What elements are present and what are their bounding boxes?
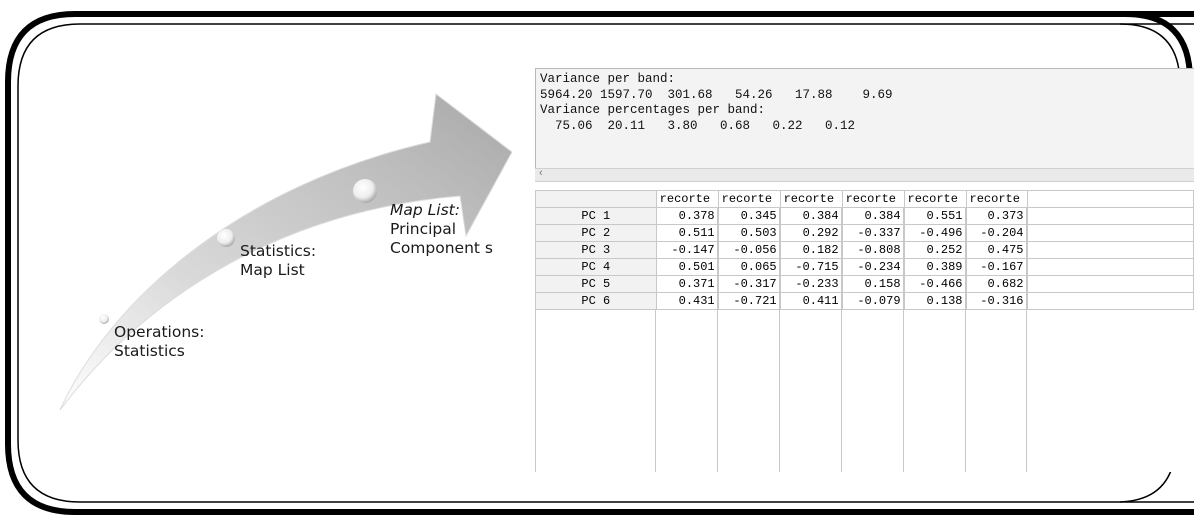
- output-line: 75.06 20.11 3.80 0.68 0.22 0.12: [540, 118, 856, 133]
- table-row: PC 2 0.511 0.503 0.292 -0.337 -0.496 -0.…: [535, 224, 1194, 242]
- table-cell[interactable]: 0.345: [718, 207, 781, 225]
- corner-cell: [535, 190, 657, 208]
- step-operations-statistics: Operations: Statistics: [114, 323, 204, 361]
- table-cell[interactable]: 0.065: [718, 258, 781, 276]
- table-cell[interactable]: 0.292: [780, 224, 843, 242]
- table-cell[interactable]: 0.475: [966, 241, 1028, 259]
- variance-output: Variance per band: 5964.20 1597.70 301.6…: [535, 68, 1194, 168]
- empty-cell: [1027, 207, 1194, 225]
- column-header[interactable]: recorte: [718, 190, 781, 208]
- table-cell[interactable]: 0.682: [966, 275, 1028, 293]
- step-title: Map List:: [390, 201, 460, 219]
- table-cell[interactable]: 0.138: [904, 292, 967, 310]
- table-cell[interactable]: -0.721: [718, 292, 781, 310]
- table-cell[interactable]: 0.411: [780, 292, 843, 310]
- table-cell[interactable]: -0.167: [966, 258, 1028, 276]
- step-bead-1: [99, 314, 109, 324]
- table-cell[interactable]: -0.715: [780, 258, 843, 276]
- table-cell[interactable]: -0.466: [904, 275, 967, 293]
- table-cell[interactable]: -0.233: [780, 275, 843, 293]
- table-cell[interactable]: -0.337: [842, 224, 905, 242]
- output-line: Variance percentages per band:: [540, 103, 766, 117]
- table-row: PC 3 -0.147 -0.056 0.182 -0.808 0.252 0.…: [535, 241, 1194, 259]
- table-header-row: recorte recorte recorte recorte recorte …: [535, 190, 1194, 208]
- step-bead-3: [353, 179, 377, 203]
- table-cell[interactable]: 0.501: [656, 258, 719, 276]
- row-header[interactable]: PC 6: [535, 292, 657, 310]
- output-line: Variance per band:: [540, 72, 676, 86]
- table-cell[interactable]: 0.431: [656, 292, 719, 310]
- table-cell[interactable]: 0.252: [904, 241, 967, 259]
- column-header[interactable]: recorte: [966, 190, 1028, 208]
- table-cell[interactable]: 0.158: [842, 275, 905, 293]
- empty-cell: [1027, 224, 1194, 242]
- table-cell[interactable]: 0.378: [656, 207, 719, 225]
- pca-results-panel: Variance per band: 5964.20 1597.70 301.6…: [535, 68, 1194, 472]
- table-cell[interactable]: -0.316: [966, 292, 1028, 310]
- table-cell[interactable]: -0.317: [718, 275, 781, 293]
- row-header[interactable]: PC 2: [535, 224, 657, 242]
- table-cell[interactable]: 0.389: [904, 258, 967, 276]
- table-cell[interactable]: 0.551: [904, 207, 967, 225]
- eigenvector-table: recorte recorte recorte recorte recorte …: [535, 190, 1194, 310]
- table-cell[interactable]: -0.079: [842, 292, 905, 310]
- step-line: Component s: [390, 239, 493, 257]
- row-header[interactable]: PC 5: [535, 275, 657, 293]
- step-line: Map List: [240, 261, 305, 279]
- table-row: PC 1 0.378 0.345 0.384 0.384 0.551 0.373: [535, 207, 1194, 225]
- table-cell[interactable]: -0.234: [842, 258, 905, 276]
- step-line: Operations:: [114, 323, 205, 341]
- table-cell[interactable]: 0.373: [966, 207, 1028, 225]
- table-row: PC 4 0.501 0.065 -0.715 -0.234 0.389 -0.…: [535, 258, 1194, 276]
- table-cell[interactable]: 0.371: [656, 275, 719, 293]
- table-cell[interactable]: 0.511: [656, 224, 719, 242]
- table-cell[interactable]: -0.496: [904, 224, 967, 242]
- empty-cell: [1027, 292, 1194, 310]
- step-map-list-principal-components: Map List: Principal Component s: [390, 201, 493, 258]
- column-header[interactable]: recorte: [904, 190, 967, 208]
- empty-cell: [1027, 258, 1194, 276]
- table-row: PC 6 0.431 -0.721 0.411 -0.079 0.138 -0.…: [535, 292, 1194, 310]
- column-header[interactable]: recorte: [780, 190, 843, 208]
- step-statistics-map-list: Statistics: Map List: [240, 242, 316, 280]
- table-cell[interactable]: 0.384: [842, 207, 905, 225]
- step-line: Statistics: [114, 342, 185, 360]
- scroll-left-icon[interactable]: ‹: [539, 167, 543, 179]
- empty-header-cell: [1027, 190, 1194, 208]
- output-line: 5964.20 1597.70 301.68 54.26 17.88 9.69: [540, 87, 893, 102]
- table-row: PC 5 0.371 -0.317 -0.233 0.158 -0.466 0.…: [535, 275, 1194, 293]
- table-cell[interactable]: -0.808: [842, 241, 905, 259]
- row-header[interactable]: PC 3: [535, 241, 657, 259]
- step-line: Statistics:: [240, 242, 317, 260]
- empty-cell: [1027, 241, 1194, 259]
- eigenvector-table-area: recorte recorte recorte recorte recorte …: [535, 190, 1194, 472]
- table-cell[interactable]: 0.503: [718, 224, 781, 242]
- row-header[interactable]: PC 4: [535, 258, 657, 276]
- horizontal-scrollbar[interactable]: ‹: [535, 167, 1194, 182]
- table-cell[interactable]: 0.384: [780, 207, 843, 225]
- column-header[interactable]: recorte: [656, 190, 719, 208]
- empty-cell: [1027, 275, 1194, 293]
- table-cell[interactable]: -0.147: [656, 241, 719, 259]
- table-cell[interactable]: 0.182: [780, 241, 843, 259]
- step-line: Principal: [390, 220, 457, 238]
- step-bead-2: [217, 229, 235, 247]
- column-header[interactable]: recorte: [842, 190, 905, 208]
- table-cell[interactable]: -0.204: [966, 224, 1028, 242]
- table-cell[interactable]: -0.056: [718, 241, 781, 259]
- row-header[interactable]: PC 1: [535, 207, 657, 225]
